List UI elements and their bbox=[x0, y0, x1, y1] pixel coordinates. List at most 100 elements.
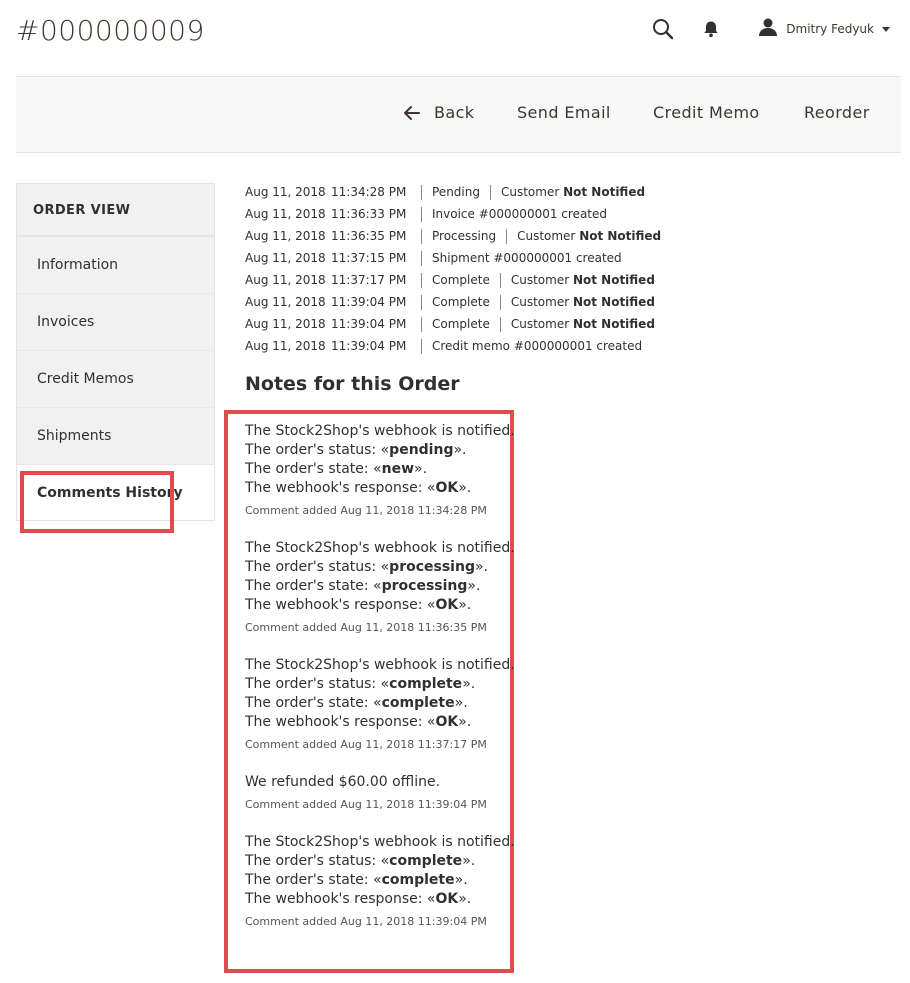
history-separator bbox=[421, 228, 422, 244]
user-name: Dmitry Fedyuk bbox=[786, 22, 874, 36]
note-value: processing bbox=[389, 559, 475, 575]
highlight-box-comments-history bbox=[20, 471, 174, 533]
history-event: Complete bbox=[432, 273, 490, 287]
history-time: 11:36:33 PM bbox=[331, 207, 407, 221]
sidebar-item-invoices[interactable]: Invoices bbox=[16, 293, 215, 350]
history-separator bbox=[499, 272, 501, 288]
note-value: complete bbox=[381, 872, 455, 888]
history-event: Complete bbox=[432, 295, 490, 309]
history-time: 11:37:15 PM bbox=[331, 251, 407, 265]
history-notification: Customer Not Notified bbox=[510, 317, 655, 331]
note-value: complete bbox=[381, 695, 455, 711]
note-line: The Stock2Shop's webhook is notified. bbox=[245, 423, 515, 439]
note-meta: Comment added Aug 11, 2018 11:39:04 PM bbox=[245, 798, 487, 811]
history-separator bbox=[489, 184, 491, 200]
bell-icon[interactable] bbox=[698, 16, 724, 42]
note-value: complete bbox=[389, 853, 463, 869]
arrow-left-icon bbox=[404, 105, 420, 120]
page-title: #000000009 bbox=[16, 14, 205, 47]
history-event: Pending bbox=[432, 185, 480, 199]
sidebar-item-credit-memos[interactable]: Credit Memos bbox=[16, 350, 215, 407]
history-event: Processing bbox=[432, 229, 497, 243]
note-item: The Stock2Shop's webhook is notified. The… bbox=[245, 656, 515, 751]
history-separator bbox=[506, 228, 508, 244]
history-notification: Customer Not Notified bbox=[500, 185, 646, 199]
history-separator bbox=[499, 316, 501, 332]
user-menu[interactable]: Dmitry Fedyuk bbox=[758, 17, 890, 41]
history-row: Aug 11, 2018 11:34:28 PM Pending Customer N… bbox=[245, 181, 661, 203]
history-row: Aug 11, 2018 11:39:04 PM Complete Customer … bbox=[245, 291, 661, 313]
note-line: The order's state: «processing». bbox=[245, 578, 481, 594]
note-line: The order's state: «new». bbox=[245, 461, 428, 477]
note-line: The webhook's response: «OK». bbox=[245, 891, 472, 907]
history-separator bbox=[421, 272, 422, 288]
note-line: The Stock2Shop's webhook is notified. bbox=[245, 657, 515, 673]
note-value: processing bbox=[381, 578, 468, 594]
history-separator bbox=[421, 184, 422, 200]
history-notification-status: Not Notified bbox=[572, 295, 655, 309]
note-meta: Comment added Aug 11, 2018 11:39:04 PM bbox=[245, 915, 487, 928]
note-line: The order's state: «complete». bbox=[245, 695, 468, 711]
note-line: The Stock2Shop's webhook is notified. bbox=[245, 540, 515, 556]
note-line: The order's status: «complete». bbox=[245, 853, 476, 869]
note-value: new bbox=[381, 461, 415, 477]
chevron-down-icon bbox=[882, 26, 890, 32]
note-line: The order's state: «complete». bbox=[245, 872, 468, 888]
history-time: 11:39:04 PM bbox=[331, 339, 407, 353]
history-time: 11:37:17 PM bbox=[331, 273, 407, 287]
note-line: The order's status: «pending». bbox=[245, 442, 467, 458]
note-line: The webhook's response: «OK». bbox=[245, 597, 472, 613]
history-notification-status: Not Notified bbox=[579, 229, 662, 243]
history-row: Aug 11, 2018 11:36:35 PM Processing Custome… bbox=[245, 225, 661, 247]
note-value: OK bbox=[435, 891, 459, 907]
note-item: The Stock2Shop's webhook is notified. The… bbox=[245, 422, 515, 517]
note-value: OK bbox=[435, 480, 459, 496]
note-meta: Comment added Aug 11, 2018 11:34:28 PM bbox=[245, 504, 487, 517]
history-separator bbox=[421, 250, 422, 266]
sidebar-title: ORDER VIEW bbox=[16, 183, 215, 236]
history-date: Aug 11, 2018 bbox=[245, 273, 326, 287]
history-date: Aug 11, 2018 bbox=[245, 185, 326, 199]
note-line: The order's status: «processing». bbox=[245, 559, 488, 575]
history-time: 11:36:35 PM bbox=[331, 229, 407, 243]
history-notification-status: Not Notified bbox=[563, 185, 646, 199]
note-line: The order's status: «complete». bbox=[245, 676, 476, 692]
note-line: We refunded $60.00 offline. bbox=[245, 774, 441, 790]
note-value: complete bbox=[389, 676, 463, 692]
sidebar-item-shipments[interactable]: Shipments bbox=[16, 407, 215, 464]
note-line: The Stock2Shop's webhook is notified. bbox=[245, 834, 515, 850]
history-separator bbox=[421, 206, 422, 222]
history-time: 11:34:28 PM bbox=[331, 185, 407, 199]
back-button[interactable]: Back bbox=[404, 103, 474, 122]
note-value: pending bbox=[389, 442, 454, 458]
history-notification: Customer Not Notified bbox=[510, 295, 655, 309]
history-list: Aug 11, 2018 11:34:28 PM Pending Customer N… bbox=[245, 181, 661, 357]
search-icon[interactable] bbox=[650, 16, 676, 42]
history-row: Aug 11, 2018 11:39:04 PM Credit memo #0000… bbox=[245, 335, 661, 357]
send-email-button[interactable]: Send Email bbox=[517, 103, 611, 122]
reorder-button[interactable]: Reorder bbox=[804, 103, 870, 122]
history-row: Aug 11, 2018 11:39:04 PM Complete Customer … bbox=[245, 313, 661, 335]
history-notification-status: Not Notified bbox=[572, 273, 655, 287]
note-value: OK bbox=[435, 597, 459, 613]
history-separator bbox=[499, 294, 501, 310]
history-date: Aug 11, 2018 bbox=[245, 295, 326, 309]
history-notification: Customer Not Notified bbox=[517, 229, 662, 243]
page-actions-bar: Back Send Email Credit Memo Reorder bbox=[16, 76, 901, 153]
note-item: We refunded $60.00 offline. Comment added… bbox=[245, 773, 515, 811]
history-date: Aug 11, 2018 bbox=[245, 229, 326, 243]
history-separator bbox=[421, 294, 422, 310]
note-line: The webhook's response: «OK». bbox=[245, 480, 472, 496]
history-date: Aug 11, 2018 bbox=[245, 339, 326, 353]
note-line: The webhook's response: «OK». bbox=[245, 714, 472, 730]
history-event: Credit memo #000000001 created bbox=[432, 339, 643, 353]
credit-memo-button[interactable]: Credit Memo bbox=[653, 103, 760, 122]
history-time: 11:39:04 PM bbox=[331, 317, 407, 331]
note-item: The Stock2Shop's webhook is notified. The… bbox=[245, 833, 515, 928]
note-meta: Comment added Aug 11, 2018 11:36:35 PM bbox=[245, 621, 487, 634]
note-meta: Comment added Aug 11, 2018 11:37:17 PM bbox=[245, 738, 487, 751]
history-date: Aug 11, 2018 bbox=[245, 317, 326, 331]
notes-title: Notes for this Order bbox=[245, 373, 460, 395]
sidebar-item-information[interactable]: Information bbox=[16, 236, 215, 293]
history-row: Aug 11, 2018 11:37:15 PM Shipment #0000000… bbox=[245, 247, 661, 269]
